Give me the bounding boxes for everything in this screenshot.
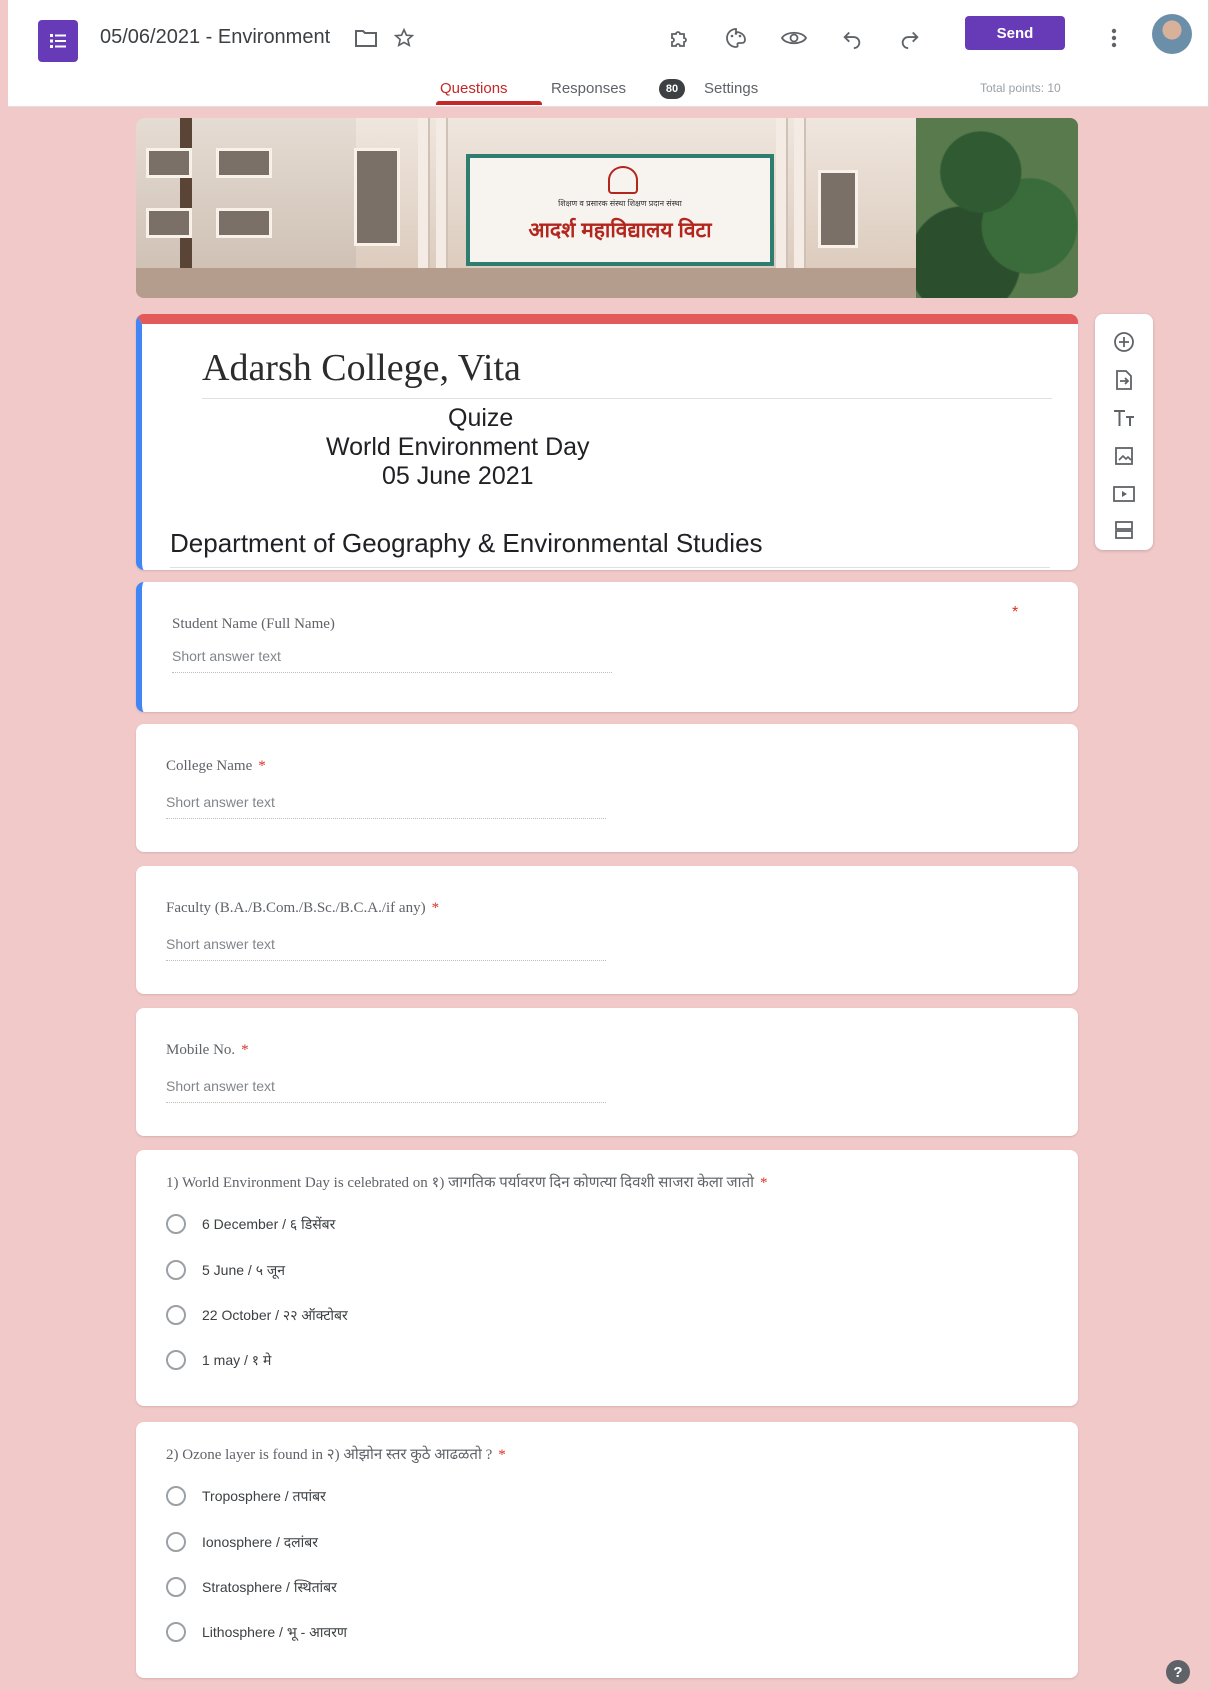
radio-button[interactable]: [166, 1260, 186, 1280]
required-asterisk: *: [241, 1042, 249, 1058]
redo-icon[interactable]: [890, 18, 930, 58]
radio-option[interactable]: Troposphere / तपांबर: [166, 1484, 326, 1508]
question-title: Student Name (Full Name): [172, 616, 335, 632]
more-vert-icon[interactable]: [1094, 18, 1134, 58]
radio-option[interactable]: Stratosphere / स्थितांबर: [166, 1575, 337, 1599]
question-title: Mobile No. *: [166, 1042, 249, 1059]
avatar[interactable]: [1152, 14, 1192, 54]
addon-icon[interactable]: [660, 18, 700, 58]
palette-icon[interactable]: [716, 18, 756, 58]
add-image-icon[interactable]: [1104, 438, 1144, 474]
question-title-text: College Name: [166, 758, 253, 774]
tab-responses[interactable]: Responses: [551, 80, 626, 97]
question-card[interactable]: 2) Ozone layer is found in २) ओझोन स्तर …: [136, 1422, 1078, 1678]
radio-button[interactable]: [166, 1622, 186, 1642]
radio-option[interactable]: 6 December / ६ डिसेंबर: [166, 1212, 335, 1236]
star-icon[interactable]: [388, 22, 420, 54]
radio-option[interactable]: Lithosphere / भू - आवरण: [166, 1620, 347, 1644]
tree: [916, 118, 1078, 298]
question-card[interactable]: College Name * Short answer text: [136, 724, 1078, 852]
option-label: Troposphere / तपांबर: [202, 1487, 326, 1504]
question-card[interactable]: Student Name (Full Name) * Short answer …: [136, 582, 1078, 712]
add-section-icon[interactable]: [1104, 512, 1144, 548]
short-answer-field[interactable]: Short answer text: [172, 648, 612, 673]
header-banner-image: शिक्षण व प्रसारक संस्था शिक्षण प्रदान सं…: [136, 118, 1078, 298]
forms-logo-icon[interactable]: [38, 20, 78, 62]
option-label: Ionosphere / दलांबर: [202, 1533, 318, 1550]
help-icon[interactable]: ?: [1166, 1660, 1190, 1684]
description-line: World Environment Day: [326, 433, 590, 461]
question-title-text: Mobile No.: [166, 1042, 236, 1058]
college-signboard: शिक्षण व प्रसारक संस्था शिक्षण प्रदान सं…: [466, 154, 774, 266]
window: [216, 148, 272, 178]
question-card[interactable]: Faculty (B.A./B.Com./B.Sc./B.C.A./if any…: [136, 866, 1078, 994]
window: [354, 148, 400, 246]
option-label: Lithosphere / भू - आवरण: [202, 1623, 348, 1640]
question-title: 1) World Environment Day is celebrated o…: [166, 1172, 768, 1192]
add-question-icon[interactable]: [1104, 324, 1144, 360]
description-line: 05 June 2021: [382, 462, 534, 490]
preview-eye-icon[interactable]: [774, 18, 814, 58]
radio-button[interactable]: [166, 1577, 186, 1597]
signboard-text: आदर्श महाविद्यालय विटा: [528, 219, 712, 242]
question-title: College Name *: [166, 758, 266, 775]
option-label: 1 may / १ मे: [202, 1351, 272, 1368]
undo-icon[interactable]: [832, 18, 872, 58]
radio-option[interactable]: 5 June / ५ जून: [166, 1258, 285, 1282]
form-description[interactable]: Department of Geography & Environmental …: [170, 528, 1050, 568]
college-emblem-icon: [608, 166, 638, 194]
window: [146, 208, 192, 238]
option-label: 5 June / ५ जून: [202, 1261, 286, 1278]
folder-icon[interactable]: [350, 22, 382, 54]
option-label: Stratosphere / स्थितांबर: [202, 1578, 337, 1595]
question-title-text: 2) Ozone layer is found in २) ओझोन स्तर …: [166, 1447, 493, 1463]
question-side-toolbar: [1095, 314, 1153, 550]
radio-option[interactable]: Ionosphere / दलांबर: [166, 1530, 318, 1554]
required-asterisk: *: [1012, 604, 1019, 621]
radio-option[interactable]: 1 may / १ मे: [166, 1348, 271, 1372]
question-title: 2) Ozone layer is found in २) ओझोन स्तर …: [166, 1444, 506, 1464]
form-title[interactable]: Adarsh College, Vita: [202, 346, 1052, 399]
question-card[interactable]: 1) World Environment Day is celebrated o…: [136, 1150, 1078, 1406]
radio-button[interactable]: [166, 1532, 186, 1552]
question-card[interactable]: Mobile No. * Short answer text: [136, 1008, 1078, 1136]
question-title-text: 1) World Environment Day is celebrated o…: [166, 1175, 754, 1191]
send-button[interactable]: Send: [965, 16, 1065, 50]
description-line: Quize: [448, 404, 514, 432]
import-questions-icon[interactable]: [1104, 362, 1144, 398]
required-asterisk: *: [431, 900, 440, 916]
tab-settings[interactable]: Settings: [704, 80, 758, 97]
add-title-icon[interactable]: [1104, 400, 1144, 436]
active-tab-indicator: [436, 101, 542, 105]
short-answer-field[interactable]: Short answer text: [166, 1078, 606, 1103]
total-points: Total points: 10: [980, 81, 1061, 95]
radio-button[interactable]: [166, 1350, 186, 1370]
document-title[interactable]: 05/06/2021 - Environment: [100, 26, 330, 49]
required-asterisk: *: [498, 1447, 506, 1463]
option-label: 6 December / ६ डिसेंबर: [202, 1215, 336, 1232]
radio-button[interactable]: [166, 1305, 186, 1325]
window: [818, 170, 858, 248]
app-bar: 05/06/2021 - Environment Send Questions …: [8, 0, 1208, 107]
short-answer-field[interactable]: Short answer text: [166, 794, 606, 819]
window: [216, 208, 272, 238]
window: [146, 148, 192, 178]
required-asterisk: *: [258, 758, 266, 774]
form-title-card[interactable]: Adarsh College, Vita Quize World Environ…: [136, 314, 1078, 570]
required-asterisk: *: [760, 1175, 768, 1191]
add-video-icon[interactable]: [1104, 476, 1144, 512]
option-label: 22 October / २२ ऑक्टोबर: [202, 1306, 348, 1323]
responses-count-badge: 80: [659, 79, 685, 99]
signboard-subtext: शिक्षण व प्रसारक संस्था शिक्षण प्रदान सं…: [558, 199, 682, 208]
tab-questions[interactable]: Questions: [440, 80, 508, 97]
question-title-text: Faculty (B.A./B.Com./B.Sc./B.C.A./if any…: [166, 900, 426, 916]
question-title: Faculty (B.A./B.Com./B.Sc./B.C.A./if any…: [166, 900, 439, 917]
radio-option[interactable]: 22 October / २२ ऑक्टोबर: [166, 1303, 348, 1327]
short-answer-field[interactable]: Short answer text: [166, 936, 606, 961]
radio-button[interactable]: [166, 1486, 186, 1506]
radio-button[interactable]: [166, 1214, 186, 1234]
